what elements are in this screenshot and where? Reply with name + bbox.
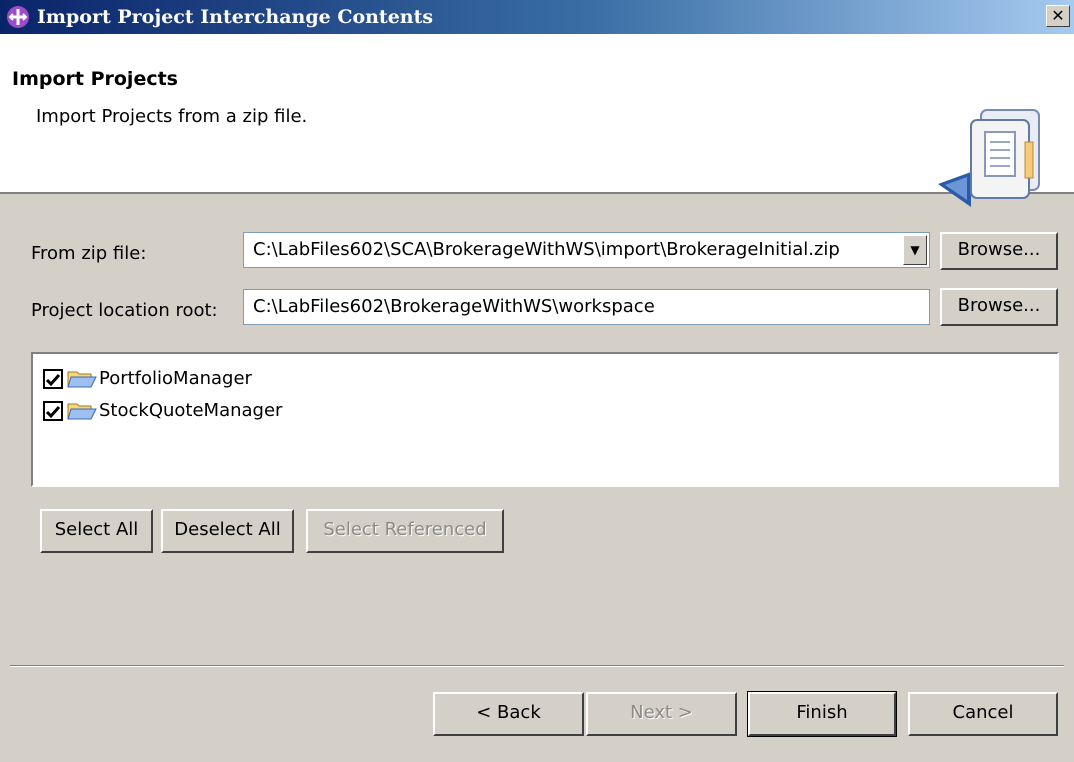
select-referenced-button[interactable]: Select Referenced	[306, 509, 504, 553]
chevron-down-icon: ▼	[910, 243, 920, 257]
close-button[interactable]: ✕	[1046, 5, 1070, 27]
close-icon: ✕	[1051, 6, 1065, 25]
zip-file-label: From zip file:	[31, 243, 147, 264]
finish-button[interactable]: Finish	[747, 691, 897, 737]
footer-separator	[10, 665, 1064, 667]
browse-zip-button[interactable]: Browse...	[940, 232, 1058, 270]
zip-file-combo[interactable]: C:\LabFiles602\SCA\BrokerageWithWS\impor…	[243, 232, 930, 268]
project-checkbox[interactable]	[43, 401, 63, 421]
project-name: PortfolioManager	[99, 368, 252, 389]
cancel-button[interactable]: Cancel	[908, 692, 1058, 736]
projects-list[interactable]: PortfolioManager StockQuoteManager	[31, 352, 1059, 487]
project-root-field[interactable]: C:\LabFiles602\BrokerageWithWS\workspace	[243, 289, 930, 325]
check-icon	[45, 406, 61, 419]
folder-open-icon	[67, 371, 97, 388]
zip-file-value: C:\LabFiles602\SCA\BrokerageWithWS\impor…	[253, 239, 840, 260]
wizard-header: Import Projects Import Projects from a z…	[0, 34, 1074, 207]
deselect-all-button[interactable]: Deselect All	[161, 509, 294, 553]
page-title: Import Projects	[12, 68, 178, 90]
window-title: Import Project Interchange Contents	[37, 6, 434, 28]
project-root-value: C:\LabFiles602\BrokerageWithWS\workspace	[253, 296, 655, 317]
page-description: Import Projects from a zip file.	[36, 106, 308, 127]
folder-open-icon	[67, 403, 97, 420]
check-icon	[45, 374, 61, 387]
wizard-app-icon	[7, 6, 29, 28]
title-bar: Import Project Interchange Contents ✕	[0, 0, 1074, 34]
select-all-button[interactable]: Select All	[40, 509, 153, 553]
zip-file-dropdown-button[interactable]: ▼	[903, 235, 927, 265]
project-name: StockQuoteManager	[99, 400, 283, 421]
project-root-label: Project location root:	[31, 300, 218, 321]
browse-root-button[interactable]: Browse...	[940, 288, 1058, 326]
back-button[interactable]: < Back	[433, 692, 584, 736]
import-document-icon	[938, 109, 1040, 207]
next-button[interactable]: Next >	[586, 692, 737, 736]
project-checkbox[interactable]	[43, 369, 63, 389]
